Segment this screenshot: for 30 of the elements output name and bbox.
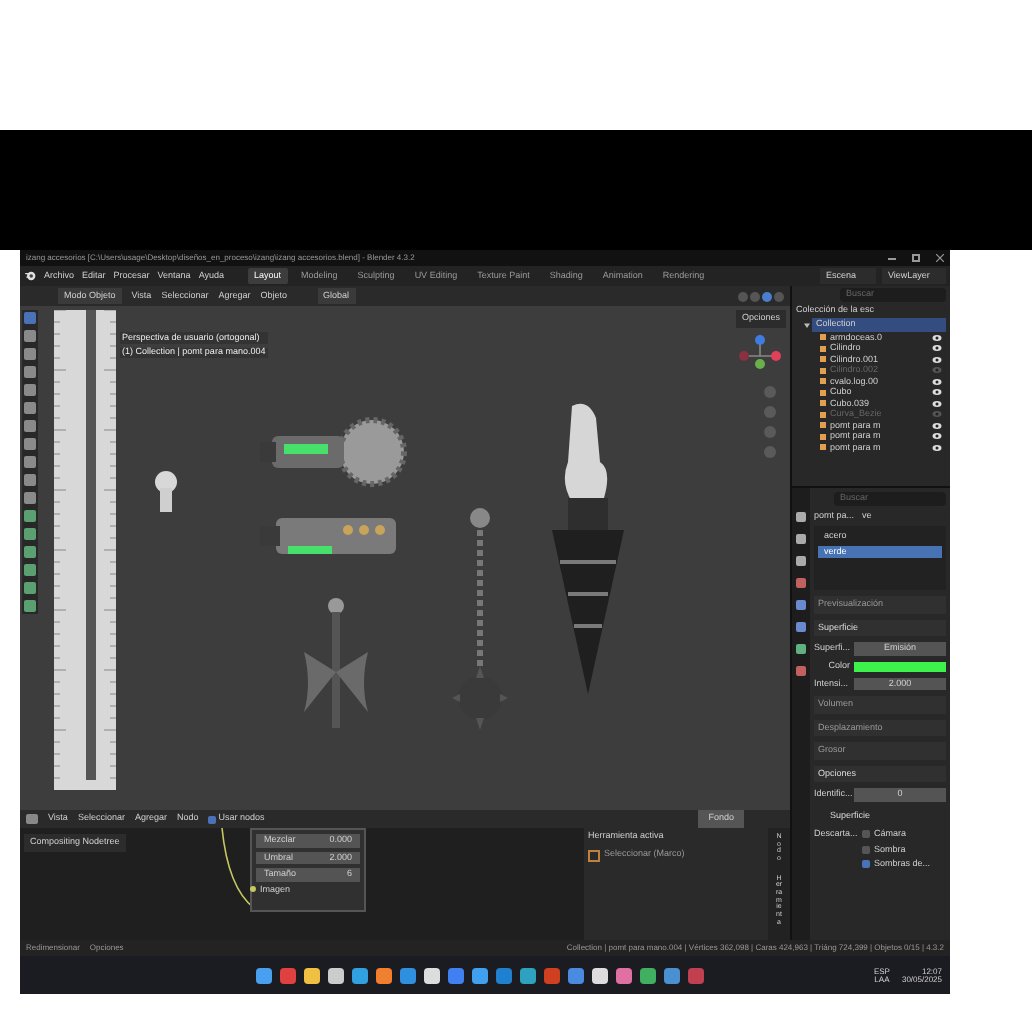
visibility-icon[interactable] [932, 388, 942, 397]
checkbox-icon[interactable] [862, 860, 870, 869]
visibility-icon[interactable] [932, 344, 942, 353]
properties-tab-icon[interactable] [796, 556, 806, 566]
properties-tab-icon[interactable] [796, 512, 806, 522]
checkbox-icon[interactable] [208, 815, 217, 823]
visibility-icon[interactable] [932, 432, 942, 441]
socket-icon[interactable] [250, 886, 256, 893]
properties-tab-icon[interactable] [796, 666, 806, 676]
expand-arrow-icon[interactable] [804, 321, 810, 328]
visibility-icon[interactable] [932, 355, 942, 364]
checkbox-icon[interactable] [862, 845, 870, 854]
properties-tab-icon[interactable] [796, 644, 806, 654]
blender-logo-icon[interactable] [24, 270, 36, 282]
visibility-icon[interactable] [932, 377, 942, 386]
properties-tab-icon[interactable] [796, 622, 806, 632]
editor-type-icon[interactable] [26, 814, 38, 824]
close-icon[interactable] [936, 254, 944, 262]
visibility-icon[interactable] [932, 333, 942, 342]
knob-drawing [154, 470, 178, 514]
properties-tab-icon[interactable] [796, 534, 806, 544]
color-swatch[interactable] [854, 661, 946, 671]
select-box-icon[interactable] [588, 849, 600, 861]
checkbox-icon[interactable] [862, 830, 870, 839]
visibility-icon[interactable] [932, 443, 942, 452]
visibility-icon[interactable] [932, 421, 942, 430]
properties-tab-icon[interactable] [796, 578, 806, 588]
visibility-icon[interactable] [932, 399, 942, 408]
properties-tab-icon[interactable] [796, 600, 806, 610]
maximize-icon[interactable] [912, 254, 920, 262]
